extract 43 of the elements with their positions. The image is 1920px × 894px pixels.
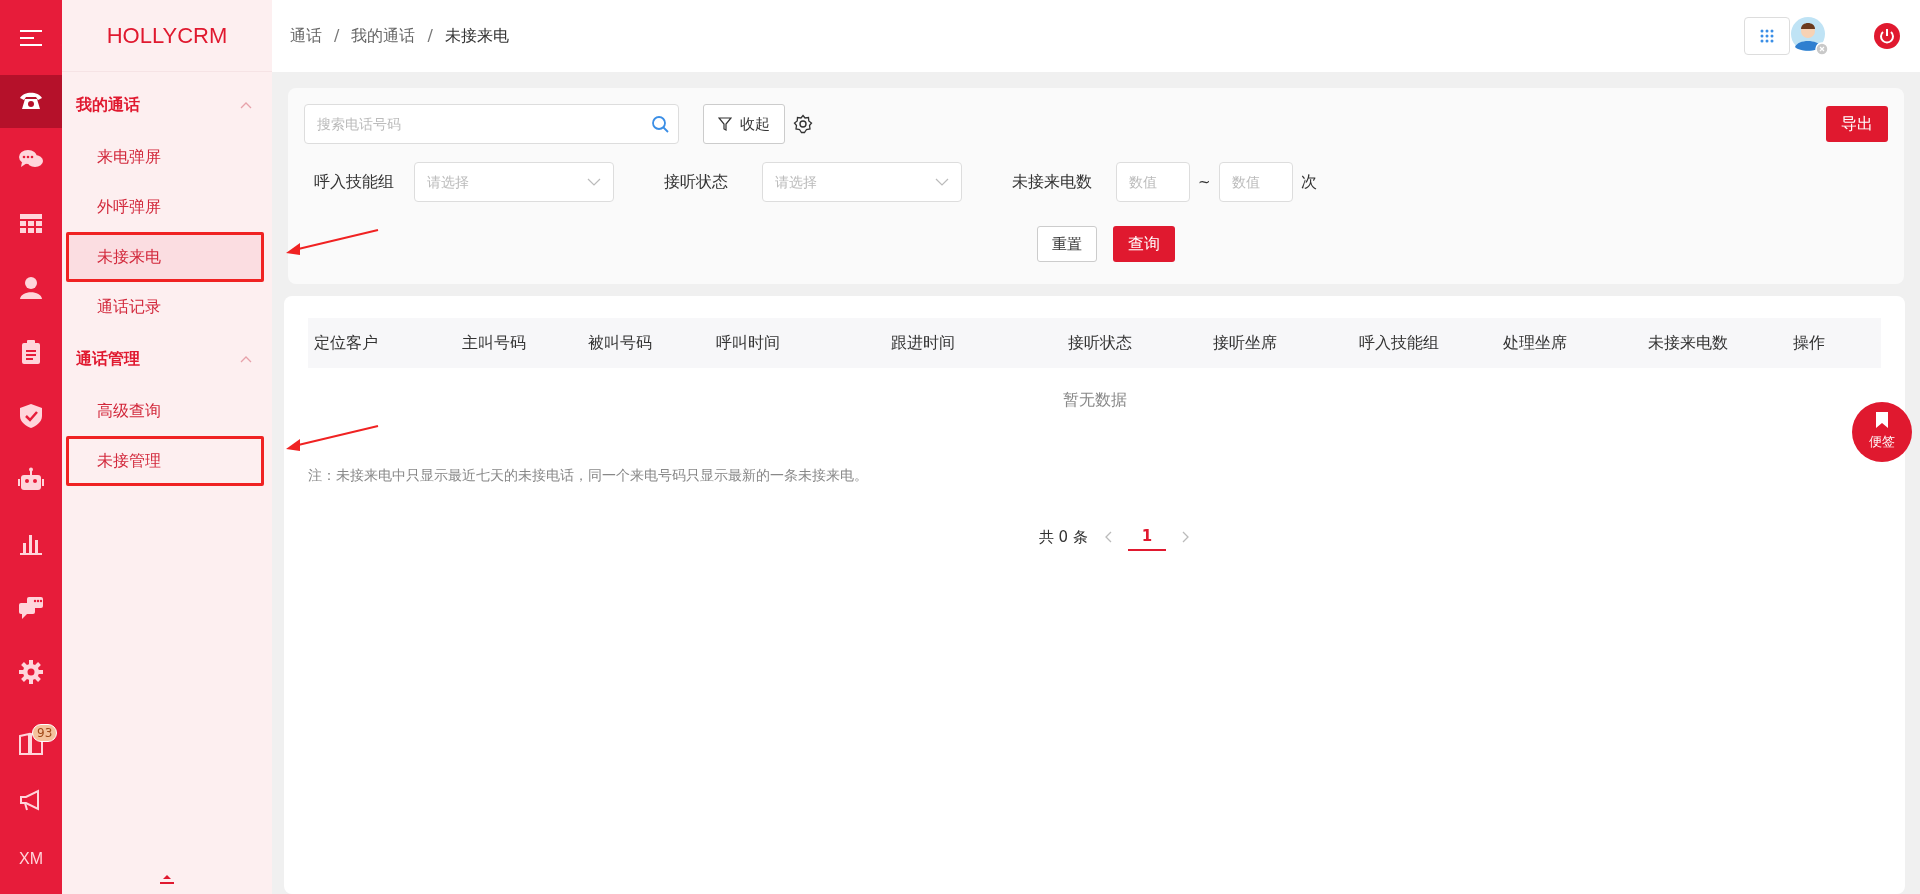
- breadcrumb-separator: /: [334, 25, 340, 47]
- breadcrumb-item[interactable]: 通话: [290, 24, 322, 48]
- empty-message: 暂无数据: [1062, 389, 1127, 411]
- menu-group-header[interactable]: 我的通话: [62, 78, 272, 132]
- field-label: 接听状态: [664, 171, 728, 193]
- menu-group-header[interactable]: 通话管理: [62, 332, 272, 386]
- group-title: 我的通话: [76, 94, 140, 116]
- column-header[interactable]: 处理坐席: [1496, 318, 1642, 368]
- menu-item[interactable]: 高级查询: [62, 386, 268, 436]
- unit-label: 次: [1300, 171, 1317, 193]
- menu-item[interactable]: 通话记录: [62, 282, 268, 332]
- page-button[interactable]: 1: [1127, 522, 1167, 551]
- menu-item[interactable]: 未接管理: [66, 436, 264, 486]
- column-header[interactable]: 接听状态: [1061, 318, 1207, 368]
- breadcrumb-item[interactable]: 我的通话: [351, 24, 416, 48]
- field-label: 未接来电数: [1012, 171, 1092, 193]
- column-header[interactable]: 未接来电数: [1641, 318, 1788, 368]
- total-count: 共 0 条: [1038, 526, 1088, 548]
- export-button[interactable]: 导出: [1826, 106, 1888, 142]
- number-field[interactable]: 数值: [1218, 162, 1293, 202]
- column-header[interactable]: 定位客户: [308, 318, 457, 368]
- search-field[interactable]: 搜索电话号码: [304, 104, 679, 144]
- field-label: 呼入技能组: [314, 171, 394, 193]
- column-header[interactable]: 操作: [1787, 318, 1881, 368]
- breadcrumb-separator: /: [427, 25, 433, 47]
- collapse-button[interactable]: 收起: [703, 104, 785, 144]
- menu-item[interactable]: 外呼弹屏: [62, 182, 268, 232]
- range-separator: ~: [1198, 171, 1211, 193]
- breadcrumb-item: 未接来电: [444, 25, 509, 47]
- count-badge: 93: [32, 724, 58, 742]
- reset-button[interactable]: 重置: [1037, 226, 1097, 262]
- column-header[interactable]: 呼叫时间: [709, 318, 886, 368]
- user-initials[interactable]: XM: [19, 847, 43, 871]
- column-header[interactable]: 接听坐席: [1206, 318, 1354, 368]
- column-header[interactable]: 主叫号码: [456, 318, 583, 368]
- number-field[interactable]: 数值: [1116, 162, 1190, 202]
- note-text: 注：未接来电中只显示最近七天的未接电话，同一个来电号码只显示最新的一条未接来电。: [308, 466, 868, 485]
- column-header[interactable]: 被叫号码: [582, 318, 710, 368]
- group-title: 通话管理: [76, 348, 140, 370]
- menu-item[interactable]: 来电弹屏: [62, 132, 268, 182]
- column-header[interactable]: 跟进时间: [885, 318, 1062, 368]
- query-button[interactable]: 查询: [1113, 226, 1175, 262]
- column-header[interactable]: 呼入技能组: [1353, 318, 1497, 368]
